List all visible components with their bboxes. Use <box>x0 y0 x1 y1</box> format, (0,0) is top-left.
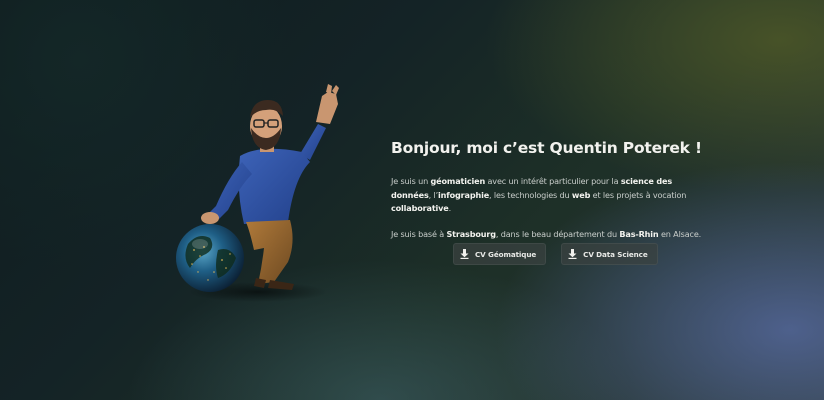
download-arrow-icon <box>568 249 577 259</box>
text-fragment: , l’ <box>428 189 439 200</box>
highlight-collaborative: collaborative <box>391 203 449 213</box>
text-fragment: . <box>448 203 452 213</box>
cv-data-science-label: CV Data Science <box>583 249 648 259</box>
cv-data-science-button[interactable]: CV Data Science <box>561 243 658 265</box>
intro-section: Bonjour, moi c’est Quentin Poterek ! Je … <box>391 139 711 241</box>
highlight-bas-rhin: Bas-Rhin <box>619 228 659 239</box>
highlight-strasbourg: Strasbourg <box>446 228 496 239</box>
text-fragment: , les technologies du <box>489 189 572 200</box>
intro-paragraph-skills: Je suis un géomaticien avec un intérêt p… <box>391 175 711 216</box>
text-fragment: , dans le beau département du <box>495 228 620 239</box>
text-fragment: avec un intérêt particulier pour la <box>485 176 621 186</box>
cv-geomatique-label: CV Géomatique <box>475 249 537 259</box>
text-fragment: et les projets à vocation <box>590 189 687 200</box>
avatar-illustration <box>170 82 350 304</box>
avatar-svg <box>176 84 339 302</box>
highlight-geomaticien: géomaticien <box>430 176 486 186</box>
text-fragment: en Alsace. <box>658 228 702 239</box>
highlight-web: web <box>571 189 591 200</box>
cv-buttons: CV Géomatique CV Data Science <box>453 243 658 265</box>
page-title: Bonjour, moi c’est Quentin Poterek ! <box>391 139 702 157</box>
text-fragment: Je suis basé à <box>391 228 447 239</box>
download-arrow-icon <box>460 249 469 259</box>
highlight-infographie: infographie <box>438 189 490 200</box>
text-fragment: Je suis un <box>391 176 431 186</box>
intro-paragraph-location: Je suis basé à Strasbourg, dans le beau … <box>391 228 711 242</box>
cv-geomatique-button[interactable]: CV Géomatique <box>453 243 547 265</box>
